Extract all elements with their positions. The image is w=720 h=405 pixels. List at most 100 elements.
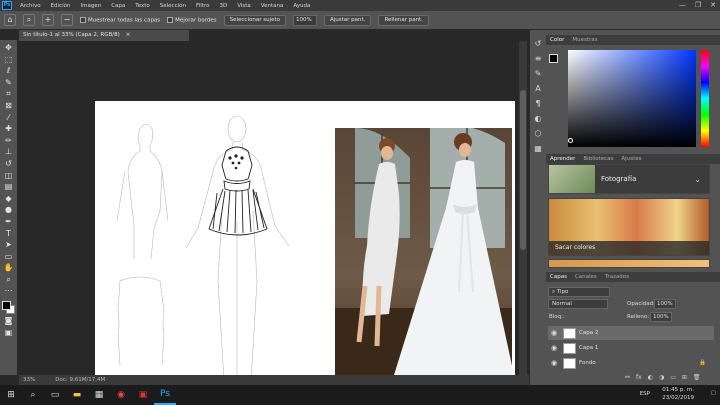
styles-panel-icon[interactable]: ▦ xyxy=(532,143,544,154)
menu-seleccion[interactable]: Selección xyxy=(155,3,191,9)
status-zoom[interactable]: 33% xyxy=(23,377,35,383)
trash-icon[interactable]: 🗑 xyxy=(693,374,701,383)
clock[interactable]: 01:45 p. m. 23/02/2019 xyxy=(662,387,694,402)
menu-texto[interactable]: Texto xyxy=(130,3,155,9)
select-subject-button[interactable]: Seleccionar sujeto xyxy=(223,14,286,26)
notification-icon[interactable]: ▢ xyxy=(711,390,716,396)
maximize-icon[interactable]: ❐ xyxy=(695,1,701,10)
foreground-color-mini[interactable] xyxy=(549,54,558,63)
move-tool-icon[interactable]: ✥ xyxy=(2,43,16,54)
screen-mode-icon[interactable]: ▣ xyxy=(2,328,16,339)
tab-adjustments[interactable]: Ajustes xyxy=(621,156,641,162)
dodge-tool-icon[interactable]: ● xyxy=(2,205,16,216)
quick-mask-icon[interactable]: ◙ xyxy=(2,316,16,327)
menu-ayuda[interactable]: Ayuda xyxy=(288,3,315,9)
group-icon[interactable]: ▭ xyxy=(670,374,676,383)
frame-tool-icon[interactable]: ⊠ xyxy=(2,101,16,112)
new-layer-icon[interactable]: ⊞ xyxy=(682,374,687,383)
gradient-tool-icon[interactable]: ▤ xyxy=(2,182,16,193)
color-picker-cursor[interactable] xyxy=(568,138,573,143)
layer-filter-select[interactable]: ⌕ Tipo xyxy=(548,287,610,297)
history-brush-icon[interactable]: ↺ xyxy=(2,159,16,170)
menu-3d[interactable]: 3D xyxy=(214,3,232,9)
tab-swatches[interactable]: Muestras xyxy=(572,37,597,43)
tab-channels[interactable]: Canales xyxy=(575,274,597,280)
blur-tool-icon[interactable]: ◆ xyxy=(2,194,16,205)
zoom-in-icon[interactable]: + xyxy=(42,14,54,26)
marquee-tool-icon[interactable]: ⬚ xyxy=(2,55,16,66)
layer-row-capa-2[interactable]: ◉ Capa 2 xyxy=(548,326,714,340)
task-view-icon[interactable]: ▭ xyxy=(44,385,66,405)
menu-archivo[interactable]: Archivo xyxy=(15,3,46,9)
zoom-tool-icon[interactable]: ⌕ xyxy=(23,14,35,26)
color-picker-field[interactable] xyxy=(568,50,696,147)
enhance-edge-checkbox[interactable]: Mejorar bordes xyxy=(167,16,217,23)
fill-field[interactable]: 100% xyxy=(650,312,672,322)
photoshop-taskbar-icon[interactable]: Ps xyxy=(154,385,176,405)
layer-row-capa-1[interactable]: ◉ Capa 1 xyxy=(548,341,714,355)
adjustments-panel-icon[interactable]: ◐ xyxy=(532,113,544,124)
more-tools-icon[interactable]: ⋯ xyxy=(2,286,16,297)
tab-color[interactable]: Color xyxy=(550,37,564,43)
zoom-icon[interactable]: ⌕ xyxy=(2,275,16,286)
eraser-tool-icon[interactable]: ◫ xyxy=(2,171,16,182)
layer-style-icon[interactable]: fx xyxy=(636,374,642,383)
learn-card-colors[interactable]: Sacar colores xyxy=(548,198,710,256)
fit-screen-button[interactable]: Ajustar pant. xyxy=(324,14,372,26)
menu-capa[interactable]: Capa xyxy=(106,3,130,9)
eye-icon[interactable]: ◉ xyxy=(548,359,560,367)
menu-ventana[interactable]: Ventana xyxy=(256,3,289,9)
tab-libraries[interactable]: Bibliotecas xyxy=(583,156,613,162)
lasso-tool-icon[interactable]: ℓ xyxy=(2,66,16,77)
path-select-icon[interactable]: ➤ xyxy=(2,240,16,251)
menu-vista[interactable]: Vista xyxy=(232,3,256,9)
app-icon[interactable]: ▣ xyxy=(132,385,154,405)
quick-select-tool-icon[interactable]: ✎ xyxy=(2,78,16,89)
menu-imagen[interactable]: Imagen xyxy=(75,3,106,9)
file-explorer-icon[interactable]: ▬ xyxy=(66,385,88,405)
eyedropper-tool-icon[interactable]: ⁄ xyxy=(2,113,16,124)
close-icon[interactable]: ✕ xyxy=(710,1,716,10)
eye-icon[interactable]: ◉ xyxy=(548,344,560,352)
hue-slider[interactable] xyxy=(701,50,709,147)
healing-brush-icon[interactable]: ✚ xyxy=(2,124,16,135)
search-icon[interactable]: ⌕ xyxy=(22,385,44,405)
eye-icon[interactable]: ◉ xyxy=(548,329,560,337)
fill-screen-button[interactable]: Rellenar pant. xyxy=(378,14,429,26)
brush-panel-icon[interactable]: ✎ xyxy=(532,68,544,79)
crop-tool-icon[interactable]: ⌗ xyxy=(2,89,16,100)
brush-tool-icon[interactable]: ✏ xyxy=(2,136,16,147)
clone-stamp-icon[interactable]: ⊥ xyxy=(2,147,16,158)
tab-learn[interactable]: Aprender xyxy=(550,156,575,162)
document-tab[interactable]: Sin título-1 al 33% (Capa 2, RGB/8) × xyxy=(19,30,189,41)
foreground-background-swatch[interactable] xyxy=(1,301,16,315)
blend-mode-select[interactable]: Normal xyxy=(548,299,608,309)
language-indicator[interactable]: ESP xyxy=(640,391,650,397)
sample-all-layers-checkbox[interactable]: Muestrear todas las capas xyxy=(80,16,160,23)
paragraph-panel-icon[interactable]: ¶ xyxy=(532,98,544,109)
properties-panel-icon[interactable]: ≡ xyxy=(532,53,544,64)
link-layers-icon[interactable]: ⚯ xyxy=(625,374,630,383)
photoshop-logo[interactable]: Ps xyxy=(2,1,12,10)
type-tool-icon[interactable]: T xyxy=(2,229,16,240)
hand-tool-icon[interactable]: ✋ xyxy=(2,263,16,274)
menu-edicion[interactable]: Edición xyxy=(46,3,76,9)
3d-panel-icon[interactable]: ⬡ xyxy=(532,128,544,139)
adjustment-layer-icon[interactable]: ◑ xyxy=(659,374,664,383)
layer-row-fondo[interactable]: ◉ Fondo 🔒 xyxy=(548,356,714,370)
pen-tool-icon[interactable]: ✒ xyxy=(2,217,16,228)
tab-layers[interactable]: Capas xyxy=(550,274,567,280)
chevron-down-icon[interactable]: ⌄ xyxy=(694,175,701,184)
wedding-dress-photo[interactable] xyxy=(335,128,512,375)
home-icon[interactable]: ⌂ xyxy=(4,14,16,26)
foreground-color-swatch[interactable] xyxy=(1,301,11,311)
rectangle-tool-icon[interactable]: ▭ xyxy=(2,252,16,263)
minimize-icon[interactable]: — xyxy=(679,1,686,10)
menu-filtro[interactable]: Filtro xyxy=(191,3,214,9)
store-icon[interactable]: ▦ xyxy=(88,385,110,405)
character-panel-icon[interactable]: A xyxy=(532,83,544,94)
zoom-out-icon[interactable]: − xyxy=(61,14,73,26)
close-tab-icon[interactable]: × xyxy=(126,32,131,38)
learn-card-photography[interactable]: Fotografía ⌄ xyxy=(548,164,710,194)
zoom-field[interactable]: 100% xyxy=(293,14,317,26)
